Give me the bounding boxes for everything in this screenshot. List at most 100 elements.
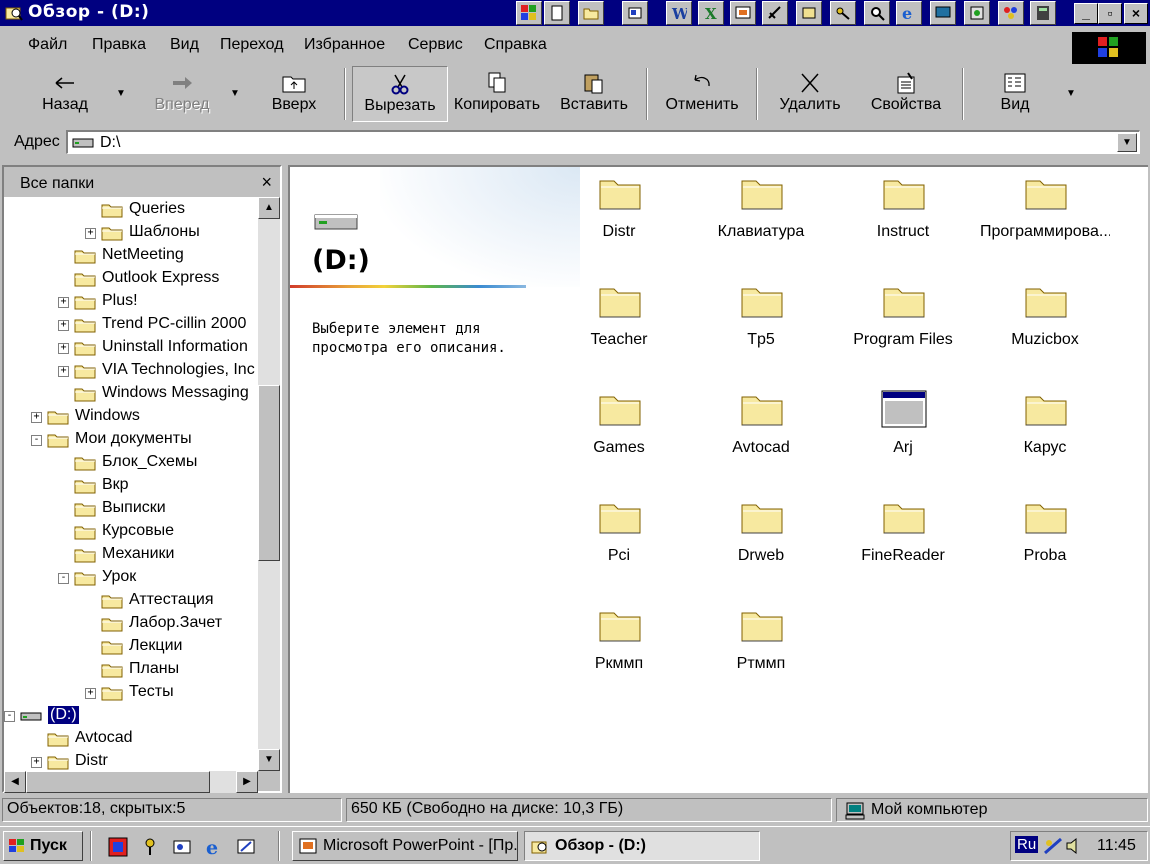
quicklaunch-outlook-icon[interactable] — [172, 837, 192, 857]
undo-button[interactable]: Отменить — [660, 66, 744, 122]
minimize-button[interactable]: _ — [1074, 3, 1098, 24]
collapse-icon[interactable]: - — [31, 435, 42, 446]
menu-go[interactable]: Переход — [220, 36, 284, 54]
binder-icon[interactable] — [762, 1, 788, 25]
tree-item[interactable]: + Trend PC-cillin 2000 — [4, 314, 258, 337]
tree-item[interactable]: + Шаблоны — [4, 222, 258, 245]
file-item[interactable]: Tp5 — [696, 275, 826, 375]
delete-button[interactable]: Удалить — [774, 66, 846, 122]
scroll-down-icon[interactable]: ▼ — [258, 749, 280, 771]
key-icon[interactable] — [830, 1, 856, 25]
start-button[interactable]: Пуск — [3, 831, 83, 861]
vertical-scrollbar[interactable]: ▲ ▼ — [258, 197, 280, 771]
close-pane-icon[interactable]: × — [261, 172, 272, 193]
tree-item[interactable]: Механики — [4, 544, 258, 567]
file-item[interactable]: Distr — [554, 167, 684, 267]
calculator-icon[interactable] — [1030, 1, 1056, 25]
file-item[interactable]: Клавиатура — [696, 167, 826, 267]
file-item[interactable]: Drweb — [696, 491, 826, 591]
tree-item[interactable]: Queries — [4, 199, 258, 222]
title-bar[interactable]: Обзор - (D:) W X e _ ▫ × — [0, 0, 1150, 26]
view-button[interactable]: Вид — [980, 66, 1050, 122]
menu-help[interactable]: Справка — [484, 36, 547, 54]
office-shortcut-icon[interactable] — [516, 1, 542, 25]
expand-icon[interactable]: + — [85, 688, 96, 699]
tree-item[interactable]: Лекции — [4, 636, 258, 659]
quicklaunch-office-icon[interactable] — [108, 837, 128, 857]
file-item[interactable]: FineReader — [838, 491, 968, 591]
internet-explorer-icon[interactable]: e — [896, 1, 922, 25]
file-item[interactable]: Program Files — [838, 275, 968, 375]
menu-tools[interactable]: Сервис — [408, 36, 463, 54]
volume-icon[interactable] — [1065, 837, 1081, 855]
new-document-icon[interactable] — [544, 1, 570, 25]
file-item[interactable]: Pci — [554, 491, 684, 591]
tree-item[interactable]: + Plus! — [4, 291, 258, 314]
collapse-icon[interactable]: - — [4, 711, 15, 722]
up-button[interactable]: Вверх — [262, 66, 326, 122]
scroll-right-icon[interactable]: ▶ — [236, 771, 258, 793]
file-item[interactable]: Avtocad — [696, 383, 826, 483]
expand-icon[interactable]: + — [31, 757, 42, 768]
file-item[interactable]: Ркммп — [554, 599, 684, 699]
desktop-icon[interactable] — [930, 1, 956, 25]
tree-item[interactable]: Выписки — [4, 498, 258, 521]
copy-button[interactable]: Копировать — [452, 66, 542, 122]
cut-button[interactable]: Вырезать — [352, 66, 448, 122]
network-icon[interactable] — [1043, 837, 1063, 855]
find-icon[interactable] — [864, 1, 890, 25]
tree-item[interactable]: + Тесты — [4, 682, 258, 705]
excel-icon[interactable]: X — [698, 1, 724, 25]
collapse-icon[interactable]: - — [58, 573, 69, 584]
expand-icon[interactable]: + — [31, 412, 42, 423]
task-explorer[interactable]: Обзор - (D:) — [524, 831, 760, 861]
tree-item[interactable]: Курсовые — [4, 521, 258, 544]
folder-tree[interactable]: Queries + Шаблоны NetMeeting Outlook Express… — [4, 197, 258, 771]
open-folder-icon[interactable] — [578, 1, 604, 25]
address-input[interactable]: D:\ ▼ — [66, 130, 1140, 154]
quicklaunch-desktop-icon[interactable] — [236, 837, 256, 857]
scroll-up-icon[interactable]: ▲ — [258, 197, 280, 219]
file-item[interactable]: Teacher — [554, 275, 684, 375]
file-item[interactable]: Games — [554, 383, 684, 483]
quicklaunch-msn-icon[interactable] — [140, 837, 160, 857]
tree-item[interactable]: - Урок — [4, 567, 258, 590]
tree-item[interactable]: + VIA Technologies, Inc — [4, 360, 258, 383]
paste-button[interactable]: Вставить — [556, 66, 632, 122]
tree-item[interactable]: + Distr — [4, 751, 258, 771]
language-indicator[interactable]: Ru — [1015, 836, 1039, 853]
tree-item[interactable]: Планы — [4, 659, 258, 682]
file-item[interactable]: Ртммп — [696, 599, 826, 699]
back-dropdown-icon[interactable]: ▼ — [116, 88, 126, 99]
file-item[interactable]: Muzicbox — [980, 275, 1110, 375]
file-item[interactable]: Instruct — [838, 167, 968, 267]
expand-icon[interactable]: + — [58, 366, 69, 377]
tree-item[interactable]: Вкр — [4, 475, 258, 498]
quicklaunch-ie-icon[interactable]: e — [204, 837, 224, 857]
scroll-left-icon[interactable]: ◀ — [4, 771, 26, 793]
expand-icon[interactable]: + — [85, 228, 96, 239]
tree-item[interactable]: Лабор.Зачет — [4, 613, 258, 636]
properties-button[interactable]: Свойства — [864, 66, 948, 122]
file-item[interactable]: Карус — [980, 383, 1110, 483]
file-item[interactable]: Программирова... — [980, 167, 1110, 267]
forward-dropdown-icon[interactable]: ▼ — [230, 88, 240, 99]
menu-favorites[interactable]: Избранное — [304, 36, 385, 54]
back-button[interactable]: Назад — [30, 66, 100, 122]
expand-icon[interactable]: + — [58, 320, 69, 331]
paint-icon[interactable] — [998, 1, 1024, 25]
scroll-thumb[interactable] — [258, 385, 280, 561]
address-dropdown-icon[interactable]: ▼ — [1117, 133, 1137, 152]
tree-item[interactable]: Windows Messaging — [4, 383, 258, 406]
tree-item[interactable]: - (D:) — [4, 705, 258, 728]
restore-button[interactable]: ▫ — [1098, 3, 1122, 24]
view-dropdown-icon[interactable]: ▼ — [1066, 88, 1076, 99]
tree-item[interactable]: + Windows — [4, 406, 258, 429]
menu-file[interactable]: Файл — [28, 36, 67, 54]
horizontal-scrollbar[interactable]: ◀ ▶ — [4, 771, 258, 793]
file-item[interactable]: Arj — [838, 383, 968, 483]
file-item[interactable]: Proba — [980, 491, 1110, 591]
close-button[interactable]: × — [1124, 3, 1148, 24]
tree-item[interactable]: - Мои документы — [4, 429, 258, 452]
tree-item[interactable]: Avtocad — [4, 728, 258, 751]
